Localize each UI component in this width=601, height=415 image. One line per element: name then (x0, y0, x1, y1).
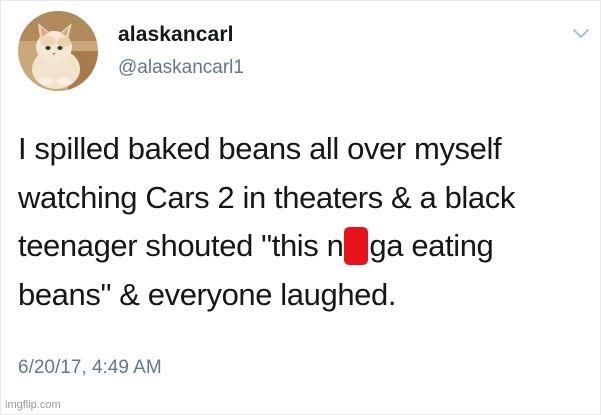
watermark: imgflip.com (5, 399, 61, 411)
tweet-card: alaskancarl @alaskancarl1 I spilled bake… (0, 0, 601, 415)
tweet-text-segment: ga eating (369, 228, 494, 263)
tweet-text-line: watching Cars 2 in theaters & a black (18, 179, 515, 215)
chevron-down-icon[interactable] (572, 27, 590, 39)
user-handle[interactable]: @alaskancarl1 (118, 57, 244, 79)
tweet-text-line: I spilled baked beans all over myself (18, 131, 502, 166)
tweet-text-line: beans" & everyone laughed. (18, 276, 397, 312)
cat-photo-icon (18, 11, 98, 91)
tweet-text-line: teenager shouted "this n ga eating (18, 222, 588, 271)
display-name[interactable]: alaskancarl (118, 23, 234, 47)
tweet-text: I spilled baked beans all over myself wa… (18, 125, 588, 319)
timestamp[interactable]: 6/20/17, 4:49 AM (18, 357, 162, 379)
tweet-text-segment: teenager shouted "this n (18, 228, 344, 263)
avatar[interactable] (18, 11, 98, 91)
redaction-mark (344, 227, 369, 265)
